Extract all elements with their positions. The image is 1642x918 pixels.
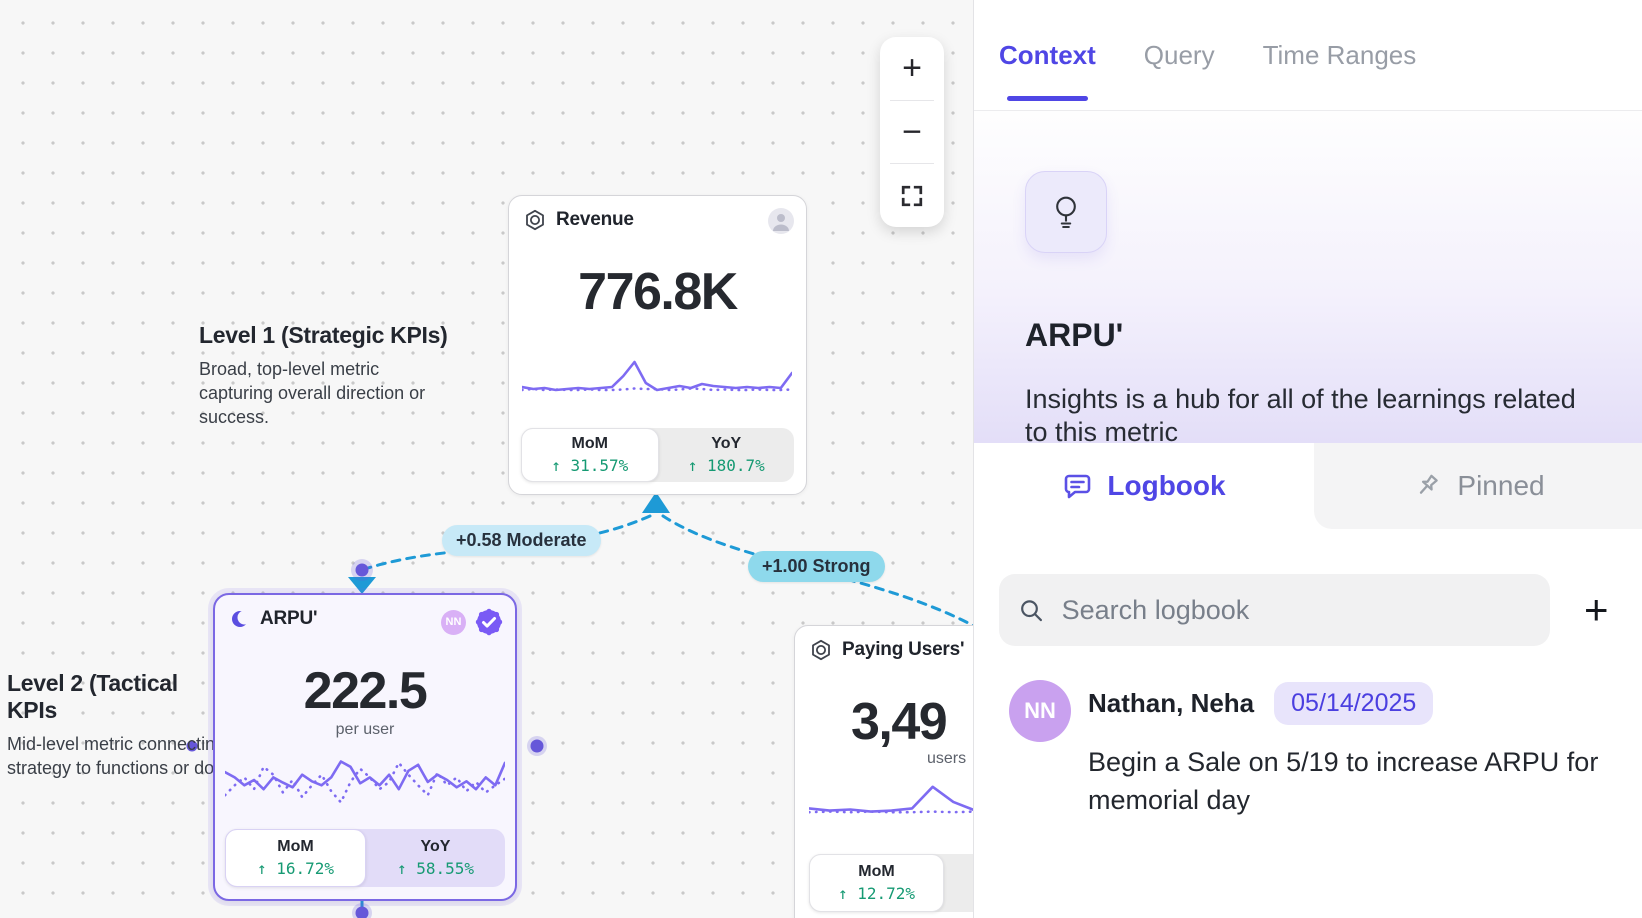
entry-body: Nathan, Neha 05/14/2025 Begin a Sale on … [1088,680,1608,820]
tab-logbook-label: Logbook [1107,470,1225,502]
level-2-description-line-1: Mid-level metric connecting [7,733,213,757]
search-icon [1019,597,1044,624]
entry-author-avatar: NN [1009,680,1071,742]
yoy-value: ↑ 180.7% [688,456,765,475]
entry-date-badge: 05/14/2025 [1274,682,1433,725]
mom-label: MoM [572,435,608,453]
mom-stat[interactable]: MoM ↑ 31.57% [521,428,659,482]
handle-halo [351,559,373,581]
pin-icon [1412,471,1443,502]
metric-card-revenue[interactable]: Revenue 776.8K MoM ↑ 31.57% YoY ↑ 180.7% [508,195,807,495]
arpu-sparkline [225,747,505,813]
add-log-entry-button[interactable]: + [1584,589,1609,631]
fit-view-button[interactable] [880,164,944,227]
handle-halo [527,736,547,756]
metric-card-arpu[interactable]: ARPU' NN 222.5 per user MoM ↑ 16.72% YoY [213,593,517,901]
correlation-pill-moderate: +0.58 Moderate [442,525,601,556]
metric-value: 222.5 [215,661,515,721]
card-title: ARPU' [260,608,317,630]
insight-tile [1025,171,1107,253]
level-1-label: Level 1 (Strategic KPIs) Broad, top-leve… [199,322,451,429]
logbook-chat-icon [1062,471,1093,502]
metric-description: Insights is a hub for all of the learnin… [1025,383,1605,449]
arpu-bottom-handle[interactable] [356,907,369,918]
tab-logbook[interactable]: Logbook [974,443,1314,529]
level-1-title: Level 1 (Strategic KPIs) [199,322,451,349]
revenue-stats: MoM ↑ 31.57% YoY ↑ 180.7% [521,428,794,482]
tab-time-ranges[interactable]: Time Ranges [1263,40,1417,71]
arpu-right-handle[interactable] [531,740,544,753]
logbook-search-row: + [999,574,1642,646]
zoom-out-button[interactable]: − [880,101,944,164]
mom-label: MoM [858,863,894,881]
handle-halo [352,903,372,918]
mom-value: ↑ 31.57% [551,456,628,475]
verified-badge-icon [475,608,503,636]
search-logbook-input[interactable] [1060,594,1530,627]
mom-stat[interactable]: MoM ↑ 16.72% [225,829,366,887]
metric-name: ARPU' [1025,317,1123,354]
owner-initials-badge: NN [441,610,466,635]
metric-hero-section: ARPU' Insights is a hub for all of the l… [974,111,1642,443]
correlation-pill-strong: +1.00 Strong [748,551,885,582]
arrow-up-icon [642,492,670,513]
metric-value: 776.8K [509,262,806,322]
hexagon-metric-icon [524,209,546,231]
entry-author-name: Nathan, Neha [1088,688,1254,719]
arpu-top-handle[interactable] [356,564,369,577]
mom-stat[interactable]: MoM ↑ 12.72% [809,854,944,912]
level-1-description: Broad, top-level metric capturing overal… [199,358,451,429]
revenue-card-header: Revenue [524,209,634,231]
mom-label: MoM [277,838,313,856]
tab-context[interactable]: Context [999,40,1096,71]
fullscreen-icon [900,184,924,208]
panel-content-tabs: Logbook Pinned [974,443,1642,529]
card-title: Paying Users' [842,639,964,661]
search-box[interactable] [999,574,1550,646]
context-side-panel: Context Query Time Ranges ARPU' Insights… [973,0,1642,918]
arpu-card-header: ARPU' [230,608,317,630]
metric-unit: per user [215,721,515,739]
level-2-description-line-2: strategy to functions or doma [7,757,213,781]
lightbulb-icon [1048,193,1084,231]
moon-metric-icon [230,609,250,629]
paying-users-card-header: Paying Users' [810,639,964,661]
zoom-in-button[interactable]: + [880,37,944,100]
card-title: Revenue [556,209,634,231]
owner-avatar-icon [768,208,794,239]
arpu-stats: MoM ↑ 16.72% YoY ↑ 58.55% [225,829,505,887]
tab-pinned[interactable]: Pinned [1314,443,1642,529]
hexagon-metric-icon [810,639,832,661]
tab-pinned-label: Pinned [1457,470,1544,502]
yoy-stat[interactable]: YoY ↑ 58.55% [366,829,505,887]
yoy-value: ↑ 58.55% [397,859,474,878]
yoy-label: YoY [711,435,741,453]
logbook-entry[interactable]: NN Nathan, Neha 05/14/2025 Begin a Sale … [1009,680,1613,820]
level-2-title: Level 2 (Tactical KPIs [7,670,213,724]
canvas-zoom-toolbar: + − [880,37,944,227]
mom-value: ↑ 12.72% [838,884,915,903]
panel-tab-bar: Context Query Time Ranges [974,0,1642,111]
mom-value: ↑ 16.72% [257,859,334,878]
tab-query[interactable]: Query [1144,40,1215,71]
metric-tree-app: +0.58 Moderate +1.00 Strong Level 1 (Str… [0,0,1642,918]
level-2-label: Level 2 (Tactical KPIs Mid-level metric … [7,670,213,781]
yoy-label: YoY [421,838,451,856]
entry-text: Begin a Sale on 5/19 to increase ARPU fo… [1088,743,1608,820]
yoy-stat[interactable]: YoY ↑ 180.7% [659,428,795,482]
revenue-sparkline [522,354,792,404]
arrow-down-icon [348,577,376,594]
metric-unit: users [927,750,966,768]
metric-value: 3,49 [851,692,946,752]
